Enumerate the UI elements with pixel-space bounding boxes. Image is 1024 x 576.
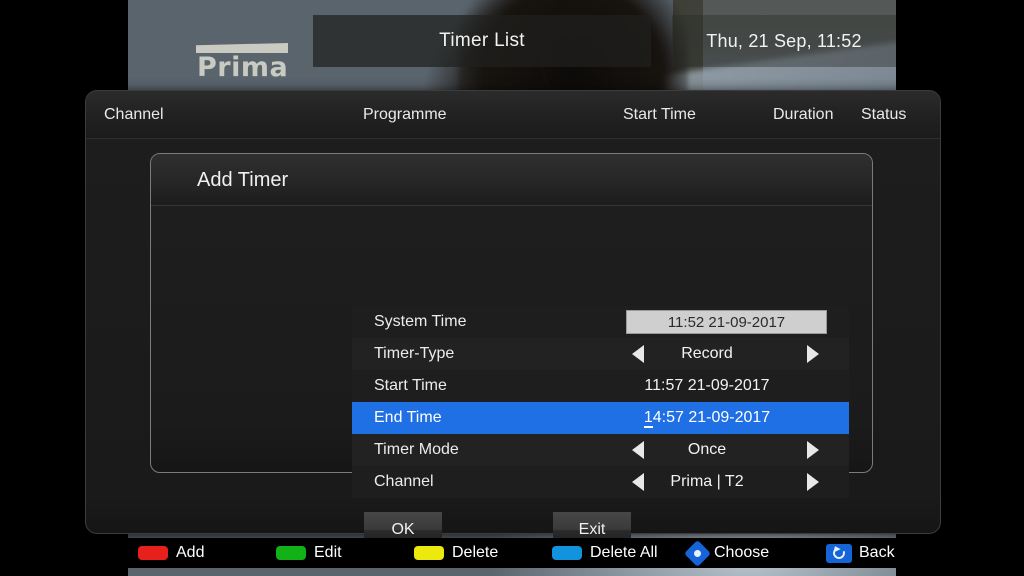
- value-system-time: 11:52 21-09-2017: [626, 310, 827, 334]
- column-header-status: Status: [861, 106, 907, 123]
- column-header-duration: Duration: [773, 106, 834, 123]
- tv-osd-screen: Prima Timer List Thu, 21 Sep, 11:52 Chan…: [0, 0, 1024, 576]
- value-start-time: 11:57 21-09-2017: [644, 377, 770, 394]
- key-add[interactable]: Add: [138, 538, 204, 568]
- edit-cursor: 1: [643, 409, 653, 428]
- key-label-delete: Delete: [452, 544, 499, 561]
- key-label-back: Back: [859, 544, 895, 561]
- key-label-add: Add: [176, 544, 205, 561]
- key-back[interactable]: Back: [826, 538, 895, 568]
- key-label-choose: Choose: [714, 544, 770, 561]
- dpad-icon: [684, 539, 711, 567]
- label-channel: Channel: [374, 473, 434, 490]
- key-choose[interactable]: Choose: [684, 538, 770, 568]
- timer-list-panel: Channel Programme Start Time Duration St…: [85, 90, 941, 548]
- value-end-time[interactable]: 14:57 21-09-2017: [592, 402, 822, 434]
- column-header-programme: Programme: [363, 106, 447, 123]
- right-arrow-icon-timer-type[interactable]: [802, 338, 824, 370]
- column-header-channel: Channel: [104, 106, 164, 123]
- color-key-bar: Add Edit Delete Delete All Choose Back: [0, 538, 1024, 568]
- right-arrow-icon-channel[interactable]: [802, 466, 824, 498]
- key-label-edit: Edit: [314, 544, 342, 561]
- value-timer-type: Record: [681, 345, 733, 362]
- label-system-time: System Time: [374, 313, 467, 330]
- channel-logo-text: Prima: [197, 52, 289, 83]
- dialog-title: Add Timer: [151, 154, 872, 206]
- key-edit[interactable]: Edit: [276, 538, 342, 568]
- key-delete-all[interactable]: Delete All: [552, 538, 658, 568]
- label-start-time: Start Time: [374, 377, 447, 394]
- key-label-delete-all: Delete All: [590, 544, 658, 561]
- green-key-swatch: [276, 546, 306, 560]
- timer-list-header: Channel Programme Start Time Duration St…: [86, 91, 940, 139]
- right-arrow-icon-timer-mode[interactable]: [802, 434, 824, 466]
- key-delete[interactable]: Delete: [414, 538, 498, 568]
- page-title: Timer List: [313, 15, 651, 67]
- form-row-channel[interactable]: Channel Prima | T2: [352, 466, 849, 498]
- label-end-time: End Time: [374, 409, 442, 426]
- yellow-key-swatch: [414, 546, 444, 560]
- return-icon: [826, 543, 852, 563]
- label-timer-type: Timer-Type: [374, 345, 455, 362]
- form-row-start-time[interactable]: Start Time 11:57 21-09-2017: [352, 370, 849, 402]
- clock-display: Thu, 21 Sep, 11:52: [672, 15, 896, 67]
- value-end-time-rest: 4:57 21-09-2017: [652, 409, 771, 426]
- red-key-swatch: [138, 546, 168, 560]
- form-row-system-time: System Time 11:52 21-09-2017: [352, 306, 849, 338]
- channel-logo: Prima: [196, 43, 289, 86]
- form-row-end-time[interactable]: End Time 14:57 21-09-2017: [352, 402, 849, 434]
- form-row-timer-mode[interactable]: Timer Mode Once: [352, 434, 849, 466]
- value-timer-mode: Once: [687, 441, 727, 458]
- column-header-start-time: Start Time: [623, 106, 696, 123]
- value-channel: Prima | T2: [670, 473, 744, 490]
- add-timer-form: System Time 11:52 21-09-2017 Timer-Type …: [352, 306, 849, 502]
- label-timer-mode: Timer Mode: [374, 441, 459, 458]
- form-row-timer-type[interactable]: Timer-Type Record: [352, 338, 849, 370]
- add-timer-dialog: Add Timer System Time 11:52 21-09-2017 T…: [150, 153, 873, 548]
- blue-key-swatch: [552, 546, 582, 560]
